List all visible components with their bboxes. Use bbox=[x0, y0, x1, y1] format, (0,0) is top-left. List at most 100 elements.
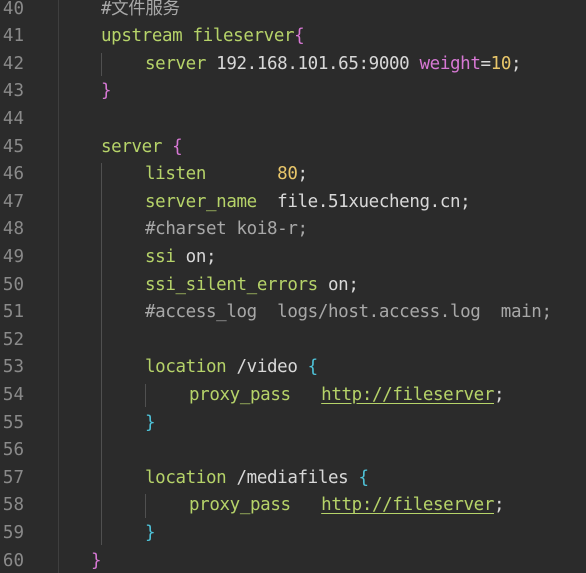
line-code: } bbox=[145, 520, 156, 548]
line-code: location /mediafiles { bbox=[145, 465, 369, 493]
code-token: ; bbox=[511, 53, 522, 74]
code-token: /mediafiles bbox=[236, 467, 349, 488]
code-token: weight bbox=[419, 53, 481, 74]
code-line[interactable]: 57 location /mediafiles { bbox=[0, 465, 586, 493]
code-token: = bbox=[480, 53, 492, 74]
line-code: } bbox=[91, 548, 102, 573]
code-line[interactable]: 44 bbox=[0, 106, 586, 134]
line-number: 44 bbox=[2, 108, 24, 129]
code-line[interactable]: 47 server_name file.51xuecheng.cn; bbox=[0, 189, 586, 217]
line-code: server { bbox=[101, 134, 183, 162]
code-token: upstream bbox=[101, 26, 183, 47]
code-line[interactable]: 54 proxy_pass http://fileserver; bbox=[0, 382, 586, 410]
code-token: on bbox=[328, 274, 349, 295]
code-token: } bbox=[145, 522, 156, 543]
code-token: ; bbox=[206, 246, 217, 267]
line-number: 50 bbox=[2, 274, 24, 295]
line-code: proxy_pass http://fileserver; bbox=[189, 382, 505, 410]
code-line[interactable]: 40 #文件服务 bbox=[0, 0, 586, 23]
code-token: { bbox=[172, 136, 183, 157]
code-token: ; bbox=[460, 191, 471, 212]
code-token: } bbox=[101, 81, 112, 102]
line-number: 40 bbox=[2, 0, 24, 19]
line-number: 54 bbox=[2, 384, 24, 405]
code-token: on bbox=[185, 246, 207, 267]
line-code: server_name file.51xuecheng.cn; bbox=[145, 189, 471, 217]
code-token: { bbox=[307, 357, 319, 378]
code-line[interactable]: 42 server 192.168.101.65:9000 weight=10; bbox=[0, 51, 586, 79]
code-line[interactable]: 58 proxy_pass http://fileserver; bbox=[0, 492, 586, 520]
line-number: 48 bbox=[2, 219, 24, 240]
line-number: 41 bbox=[2, 26, 24, 47]
line-code: location /video { bbox=[145, 354, 318, 382]
code-token: proxy_pass bbox=[189, 495, 291, 516]
code-token: 10 bbox=[490, 53, 512, 74]
line-code: #access_log logs/host.access.log main; bbox=[145, 299, 552, 327]
code-line[interactable]: 43} bbox=[0, 78, 586, 106]
code-token: file.51xuecheng.cn bbox=[277, 191, 461, 212]
line-code: listen 80; bbox=[145, 161, 308, 189]
code-editor[interactable]: 40 #文件服务 41 upstream fileserver{42 server 19… bbox=[0, 0, 586, 573]
code-token: ; bbox=[348, 274, 359, 295]
line-code: } bbox=[101, 78, 112, 106]
code-line[interactable]: 56 bbox=[0, 437, 586, 465]
line-code: server 192.168.101.65:9000 weight=10; bbox=[145, 51, 522, 79]
code-token: } bbox=[145, 412, 156, 433]
code-token: server_name bbox=[145, 191, 257, 212]
code-token: ; bbox=[494, 495, 505, 516]
code-token: ; bbox=[494, 384, 505, 405]
line-number: 51 bbox=[2, 302, 24, 323]
line-number: 59 bbox=[2, 522, 24, 543]
code-line[interactable]: 55} bbox=[0, 410, 586, 438]
code-line[interactable]: 52 bbox=[0, 327, 586, 355]
code-token: location bbox=[145, 467, 227, 488]
code-token: ; bbox=[297, 164, 309, 185]
line-number: 47 bbox=[2, 191, 24, 212]
line-number: 43 bbox=[2, 81, 24, 102]
code-line[interactable]: 53 location /video { bbox=[0, 354, 586, 382]
line-number: 55 bbox=[2, 412, 24, 433]
line-code: ssi_silent_errors on; bbox=[145, 272, 359, 300]
code-line[interactable]: 51 #access_log logs/host.access.log main; bbox=[0, 299, 586, 327]
code-line[interactable]: 46 listen 80; bbox=[0, 161, 586, 189]
line-number: 60 bbox=[2, 550, 24, 571]
code-token: 192.168.101.65:9000 bbox=[216, 53, 410, 74]
code-token: proxy_pass bbox=[189, 384, 291, 405]
line-number: 46 bbox=[2, 164, 24, 185]
code-line[interactable]: 48 #charset koi8-r; bbox=[0, 216, 586, 244]
code-token: http://fileserver bbox=[321, 384, 494, 405]
code-token: server bbox=[101, 136, 162, 157]
line-code: #文件服务 bbox=[101, 0, 180, 23]
line-number: 53 bbox=[2, 357, 24, 378]
code-line[interactable]: 59} bbox=[0, 520, 586, 548]
line-number: 57 bbox=[2, 467, 24, 488]
code-line[interactable]: 50 ssi_silent_errors on; bbox=[0, 272, 586, 300]
code-token: { bbox=[294, 26, 305, 47]
code-line[interactable]: 49 ssi on; bbox=[0, 244, 586, 272]
line-code: proxy_pass http://fileserver; bbox=[189, 492, 505, 520]
code-token: http://fileserver bbox=[321, 495, 494, 516]
code-token: } bbox=[91, 550, 102, 571]
line-code: ssi on; bbox=[145, 244, 217, 272]
code-token: server bbox=[145, 53, 206, 74]
code-token: #access_log logs/host.access.log main; bbox=[145, 302, 552, 323]
code-line[interactable]: 45 server { bbox=[0, 134, 586, 162]
code-line[interactable]: 60} bbox=[0, 548, 586, 573]
code-token: 80 bbox=[277, 164, 298, 185]
code-token: #charset koi8-r; bbox=[145, 219, 308, 240]
code-line[interactable]: 41 upstream fileserver{ bbox=[0, 23, 586, 51]
code-token: ssi_silent_errors bbox=[145, 274, 318, 295]
code-token: listen bbox=[145, 164, 206, 185]
